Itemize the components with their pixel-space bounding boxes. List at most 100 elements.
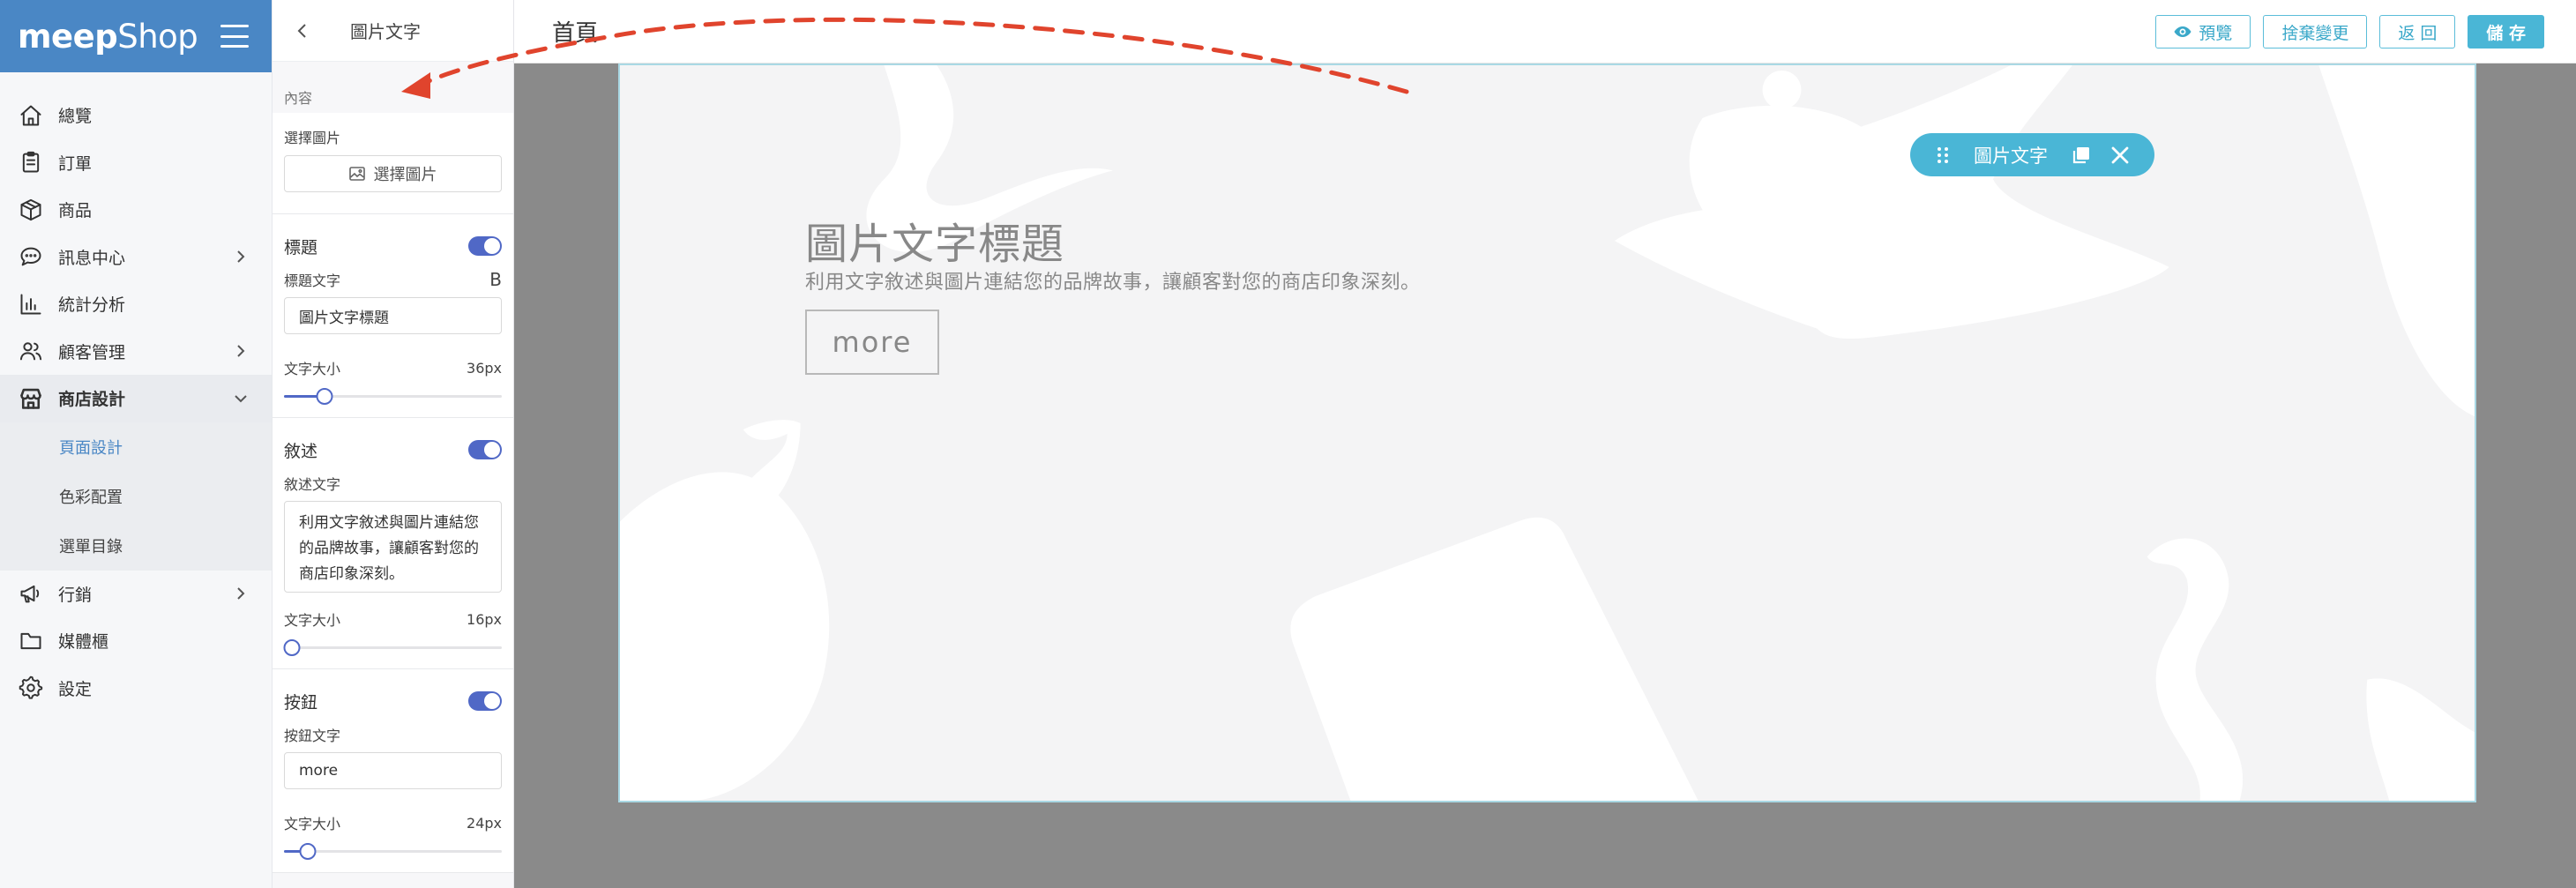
chevron-right-icon	[233, 249, 249, 265]
select-image-label: 選擇圖片	[373, 166, 437, 184]
button-section-label: 按鈕	[284, 692, 318, 713]
hero-description[interactable]: 利用文字敘述與圖片連結您的品牌故事，讓顧客對您的商店印象深刻。	[805, 266, 1421, 295]
description-section-label: 敘述	[284, 441, 318, 461]
nav-item-analytics[interactable]: 統計分析	[0, 280, 272, 328]
nav-label: 訂單	[58, 153, 93, 174]
discard-changes-button[interactable]: 捨棄變更	[2263, 15, 2368, 49]
brand-logo[interactable]: meepShop	[18, 18, 198, 56]
heading-size-value: 36px	[467, 359, 502, 377]
button-size-value: 24px	[467, 814, 502, 832]
preview-label: 預覽	[2199, 23, 2233, 43]
chat-icon	[18, 243, 44, 270]
description-toggle[interactable]	[468, 440, 502, 459]
save-button[interactable]: 儲 存	[2468, 15, 2544, 49]
description-size-slider[interactable]	[283, 637, 502, 658]
nav-label: 媒體櫃	[58, 632, 109, 653]
nav-label: 統計分析	[58, 295, 126, 316]
editor-canvas: 圖片文字標題 利用文字敘述與圖片連結您的品牌故事，讓顧客對您的商店印象深刻。 m…	[514, 63, 2576, 888]
heading-size-label: 文字大小	[284, 361, 341, 377]
block-toolbar: 圖片文字	[1910, 133, 2154, 176]
select-image-button[interactable]: 選擇圖片	[284, 155, 502, 192]
image-text-block-preview[interactable]: 圖片文字標題 利用文字敘述與圖片連結您的品牌故事，讓顧客對您的商店印象深刻。 m…	[618, 63, 2476, 802]
nav-label: 設定	[58, 679, 93, 699]
megaphone-icon	[18, 580, 44, 607]
nav-item-messages[interactable]: 訊息中心	[0, 234, 272, 281]
hero-title[interactable]: 圖片文字標題	[805, 209, 1064, 271]
description-size-value: 16px	[467, 610, 502, 628]
subnav-item-menus[interactable]: 選單目錄	[0, 521, 272, 571]
description-textarea[interactable]: 利用文字敘述與圖片連結您的品牌故事，讓顧客對您的商店印象深刻。	[284, 501, 502, 593]
preview-button[interactable]: 預覽	[2155, 15, 2251, 49]
heading-text-label: 標題文字	[284, 272, 341, 289]
slider-handle[interactable]	[283, 639, 301, 656]
button-size-label: 文字大小	[284, 816, 341, 832]
description-size-label: 文字大小	[284, 612, 341, 629]
store-design-subnav: 頁面設計 色彩配置 選單目錄	[0, 422, 272, 571]
image-group: 選擇圖片 選擇圖片	[273, 113, 513, 214]
settings-panel: 圖片文字 內容 選擇圖片 選擇圖片 標題 標題文字 B 文字大小 36px 敘述	[273, 0, 514, 888]
nav-item-products[interactable]: 商品	[0, 186, 272, 234]
copy-icon[interactable]	[2071, 145, 2092, 166]
heading-section-label: 標題	[284, 237, 318, 257]
panel-title: 圖片文字	[350, 21, 421, 42]
close-icon[interactable]	[2109, 145, 2131, 166]
content-section-caption: 內容	[284, 90, 313, 107]
slider-handle[interactable]	[316, 388, 333, 405]
main-sidebar: meepShop 總覽 訂單 商品 訊息中心 統計分析 顧客管理 商店設計 頁面…	[0, 0, 273, 888]
bar-chart-icon	[18, 291, 44, 317]
clipboard-icon	[18, 149, 44, 175]
nav-item-overview[interactable]: 總覽	[0, 92, 272, 139]
nav-label: 顧客管理	[58, 342, 126, 362]
nav-label: 行銷	[58, 585, 93, 605]
subnav-item-page-design[interactable]: 頁面設計	[0, 422, 272, 472]
nav-item-marketing[interactable]: 行銷	[0, 571, 272, 618]
nav-label: 訊息中心	[58, 248, 126, 268]
nav-item-store-design[interactable]: 商店設計	[0, 375, 272, 422]
heading-group: 標題 標題文字 B 文字大小 36px	[273, 214, 513, 418]
heading-text-input[interactable]	[284, 297, 502, 334]
back-button[interactable]: 返 回	[2379, 15, 2456, 49]
image-label: 選擇圖片	[284, 130, 341, 146]
store-icon	[18, 385, 44, 412]
back-arrow-icon[interactable]	[294, 22, 311, 40]
button-text-label: 按鈕文字	[284, 728, 341, 744]
heading-size-slider[interactable]	[284, 385, 502, 407]
drag-handle-icon[interactable]	[1933, 146, 1953, 165]
brand-header: meepShop	[0, 0, 272, 72]
button-size-slider[interactable]	[284, 840, 502, 862]
home-icon	[18, 102, 44, 129]
users-icon	[18, 338, 44, 364]
button-text-input[interactable]	[284, 752, 502, 789]
image-icon	[348, 167, 365, 181]
box-icon	[18, 197, 44, 223]
bold-icon[interactable]: B	[489, 269, 502, 290]
subnav-item-colors[interactable]: 色彩配置	[0, 472, 272, 521]
slider-handle[interactable]	[299, 843, 317, 860]
chevron-down-icon	[233, 391, 249, 407]
nav-label: 商品	[58, 201, 93, 221]
nav-item-settings[interactable]: 設定	[0, 665, 272, 713]
heading-toggle[interactable]	[468, 236, 502, 256]
nav-item-media[interactable]: 媒體櫃	[0, 617, 272, 665]
hero-more-button[interactable]: more	[805, 310, 939, 375]
nav-label: 商店設計	[58, 390, 126, 410]
page-title: 首頁	[552, 20, 599, 47]
gear-icon	[18, 675, 44, 701]
description-text-label: 敘述文字	[284, 476, 341, 493]
nav-label: 總覽	[58, 107, 93, 127]
chevron-right-icon	[233, 586, 249, 601]
top-actions: 預覽 捨棄變更 返 回 儲 存	[2155, 15, 2544, 49]
nav-item-customers[interactable]: 顧客管理	[0, 328, 272, 376]
menu-toggle-icon[interactable]	[220, 25, 249, 48]
folder-icon	[18, 628, 44, 654]
panel-header: 圖片文字	[273, 0, 513, 62]
main-nav: 總覽 訂單 商品 訊息中心 統計分析 顧客管理 商店設計 頁面設計 色彩配置 選…	[0, 72, 272, 712]
chevron-right-icon	[233, 343, 249, 359]
button-toggle[interactable]	[468, 691, 502, 711]
eye-icon	[2174, 26, 2191, 37]
block-name: 圖片文字	[1974, 145, 2048, 167]
description-group: 敘述 敘述文字 利用文字敘述與圖片連結您的品牌故事，讓顧客對您的商店印象深刻。 …	[273, 418, 513, 669]
nav-item-orders[interactable]: 訂單	[0, 139, 272, 187]
editor-topbar: 首頁 預覽 捨棄變更 返 回 儲 存	[514, 0, 2576, 63]
button-group: 按鈕 按鈕文字 文字大小 24px	[273, 669, 513, 873]
